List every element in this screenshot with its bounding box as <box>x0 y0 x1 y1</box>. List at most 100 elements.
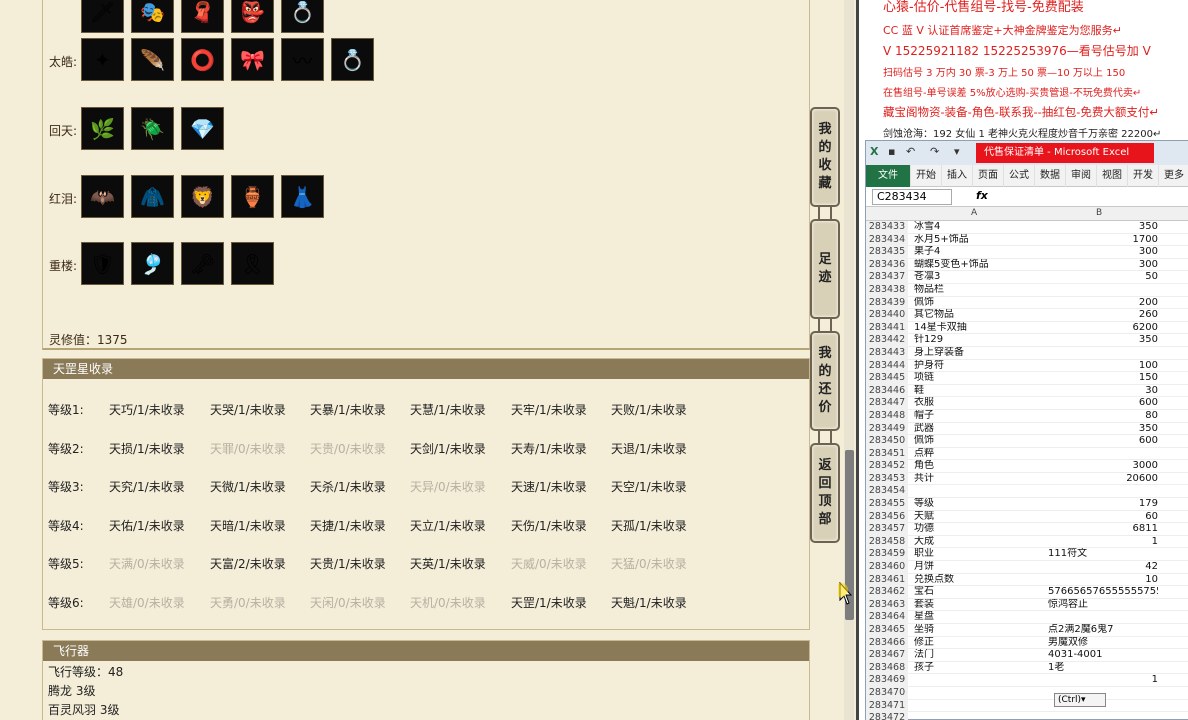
cell-a[interactable]: 大成 <box>914 536 1044 549</box>
row-number[interactable]: 283445 <box>866 372 908 385</box>
item-icon[interactable]: 🧣 <box>181 0 224 33</box>
ribbon-tab[interactable]: 审阅 <box>1066 164 1097 187</box>
row-number[interactable]: 283433 <box>866 221 908 234</box>
cell-a[interactable]: 物品栏 <box>914 284 1044 297</box>
item-icon[interactable]: 〰 <box>281 38 324 81</box>
back-to-top-button[interactable]: 返回顶部 <box>810 443 840 543</box>
row-number[interactable]: 283440 <box>866 309 908 322</box>
redo-icon[interactable]: ↷ <box>930 146 942 158</box>
cell-a[interactable]: 孩子 <box>914 662 1044 675</box>
cell-a[interactable]: 角色 <box>914 460 1044 473</box>
cell-b[interactable]: 惊鸿容止 <box>1048 599 1158 612</box>
cell-b[interactable]: 1老 <box>1048 662 1158 675</box>
row-number[interactable]: 283462 <box>866 586 908 599</box>
save-icon[interactable]: ▪ <box>888 146 900 158</box>
cell-a[interactable]: 宝石 <box>914 586 1044 599</box>
row-number[interactable]: 283454 <box>866 485 908 499</box>
row-number[interactable]: 283444 <box>866 359 908 373</box>
item-icon[interactable]: 👗 <box>281 175 324 218</box>
item-icon[interactable]: 🏺 <box>231 175 274 218</box>
cell-a[interactable]: 水月5+饰品 <box>914 234 1044 247</box>
cell-a[interactable]: 星盘 <box>914 611 1044 624</box>
cell-b[interactable]: 80 <box>1048 410 1158 423</box>
ribbon-tab[interactable]: 视图 <box>1097 164 1128 187</box>
cell-a[interactable]: 鞋 <box>914 385 1044 398</box>
cell-b[interactable]: 150 <box>1048 372 1158 385</box>
item-icon[interactable]: 🎗 <box>231 242 274 285</box>
cell-b[interactable]: 30 <box>1048 385 1158 398</box>
cell-b[interactable]: 1700 <box>1048 234 1158 247</box>
row-number[interactable]: 283466 <box>866 636 908 650</box>
column-header-a[interactable]: A <box>971 208 977 218</box>
cell-b[interactable]: 10 <box>1048 574 1158 587</box>
cell-a[interactable]: 法门 <box>914 649 1044 662</box>
item-icon[interactable]: 🗝 <box>181 242 224 285</box>
cell-a[interactable]: 护身符 <box>914 360 1044 373</box>
cell-a[interactable]: 佩饰 <box>914 435 1044 448</box>
cell-b[interactable]: 600 <box>1048 397 1158 410</box>
ribbon-tab[interactable]: 插入 <box>942 164 973 187</box>
cell-b[interactable]: 42 <box>1048 561 1158 574</box>
item-icon[interactable]: 🌿 <box>81 107 124 150</box>
cell-a[interactable]: 苍凛3 <box>914 271 1044 284</box>
item-icon[interactable]: 💍 <box>281 0 324 33</box>
cell-b[interactable]: 300 <box>1048 259 1158 272</box>
row-number[interactable]: 283434 <box>866 233 908 247</box>
column-header-b[interactable]: B <box>1096 208 1102 218</box>
item-icon[interactable]: ⭕ <box>181 38 224 81</box>
ribbon-tab[interactable]: 更多 <box>1159 165 1188 187</box>
item-icon[interactable]: 🛡 <box>81 242 124 285</box>
cell-b[interactable]: 300 <box>1048 246 1158 259</box>
row-number[interactable]: 283461 <box>866 573 908 587</box>
row-number[interactable]: 283442 <box>866 334 908 347</box>
item-icon[interactable]: 🎐 <box>131 242 174 285</box>
ribbon-tab[interactable]: 公式 <box>1004 164 1035 187</box>
item-icon[interactable]: ✦ <box>81 38 124 81</box>
name-box[interactable]: C283434 <box>872 189 952 205</box>
row-number[interactable]: 283470 <box>866 686 908 700</box>
cell-a[interactable]: 点粹 <box>914 448 1044 461</box>
fx-icon[interactable]: fx <box>976 189 988 202</box>
ribbon-tab[interactable]: 页面 <box>973 164 1004 187</box>
customize-toolbar-icon[interactable]: ▾ <box>954 146 966 158</box>
item-icon[interactable]: 👺 <box>231 0 274 33</box>
cell-a[interactable]: 功德 <box>914 523 1044 536</box>
cell-b[interactable]: 3000 <box>1048 460 1158 473</box>
cell-b[interactable]: 1 <box>1048 674 1158 687</box>
row-number[interactable]: 283468 <box>866 661 908 675</box>
cell-a[interactable]: 佩饰 <box>914 297 1044 310</box>
cell-a[interactable]: 坐骑 <box>914 624 1044 637</box>
cell-a[interactable]: 果子4 <box>914 246 1044 259</box>
cell-b[interactable]: 260 <box>1048 309 1158 322</box>
item-icon[interactable]: 🗡 <box>81 0 124 33</box>
cell-b[interactable]: 点2满2魔6鬼7 <box>1048 624 1158 637</box>
item-icon[interactable]: 🪶 <box>131 38 174 81</box>
cell-a[interactable]: 衣服 <box>914 397 1044 410</box>
row-number[interactable]: 283459 <box>866 548 908 562</box>
row-number[interactable]: 283458 <box>866 535 908 549</box>
item-icon[interactable]: 🎀 <box>231 38 274 81</box>
item-icon[interactable]: 🦁 <box>181 175 224 218</box>
ribbon-tab[interactable]: 开发 <box>1128 164 1159 187</box>
row-number[interactable]: 283464 <box>866 611 908 624</box>
cell-b[interactable]: 600 <box>1048 435 1158 448</box>
row-number[interactable]: 283456 <box>866 510 908 524</box>
row-number[interactable]: 283465 <box>866 624 908 637</box>
cell-b[interactable]: 350 <box>1048 334 1158 347</box>
cell-a[interactable]: 等级 <box>914 498 1044 511</box>
row-number[interactable]: 283435 <box>866 246 908 259</box>
cell-a[interactable]: 兑换点数 <box>914 574 1044 587</box>
row-number[interactable]: 283457 <box>866 523 908 536</box>
cell-a[interactable]: 帽子 <box>914 410 1044 423</box>
cell-a[interactable]: 冰雪4 <box>914 221 1044 234</box>
cell-a[interactable]: 共计 <box>914 473 1044 486</box>
cell-b[interactable]: 4031-4001 <box>1048 649 1158 662</box>
undo-icon[interactable]: ↶ <box>906 146 918 158</box>
item-icon[interactable]: 🪲 <box>131 107 174 150</box>
row-number[interactable]: 283452 <box>866 460 908 473</box>
cell-a[interactable]: 修正 <box>914 637 1044 650</box>
cell-b[interactable]: 200 <box>1048 297 1158 310</box>
item-icon[interactable]: 🧥 <box>131 175 174 218</box>
row-number[interactable]: 283436 <box>866 258 908 272</box>
cell-b[interactable]: 50 <box>1048 271 1158 284</box>
